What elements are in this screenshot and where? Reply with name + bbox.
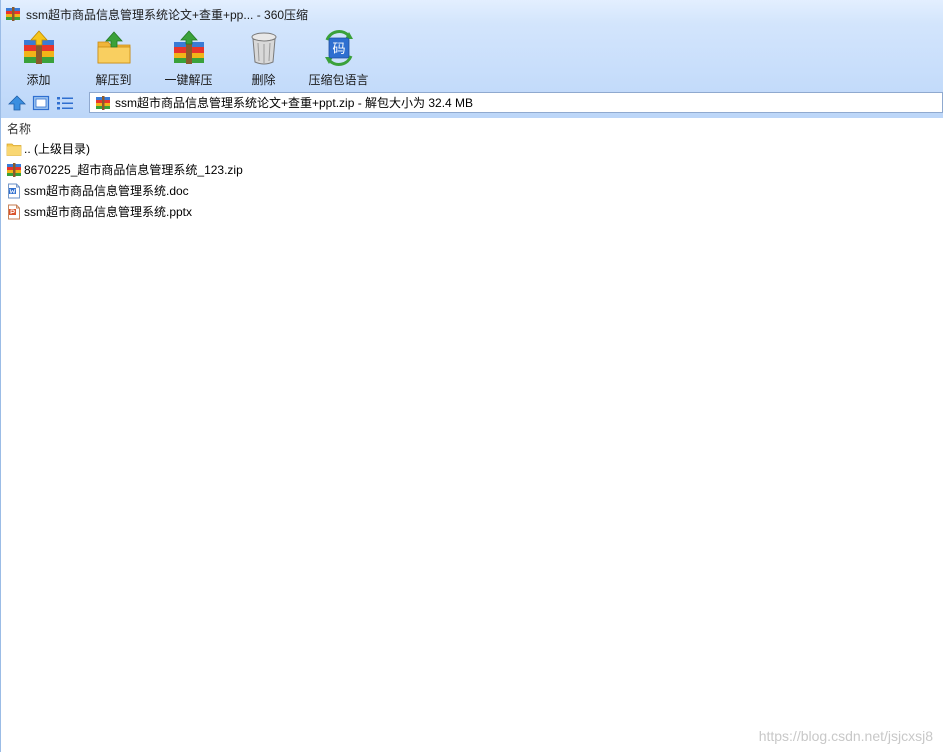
word-document-icon [8, 183, 20, 198]
list-item-name: 8670225_超市商品信息管理系统_123.zip [24, 163, 243, 177]
window-chrome: ssm超市商品信息管理系统论文+查重+pp... - 360压缩 添加 解压到 … [1, 0, 943, 118]
archive-language-icon: 码 [324, 30, 353, 66]
address-path: ssm超市商品信息管理系统论文+查重+ppt.zip - 解包大小为 32.4 … [115, 96, 474, 110]
large-icon-view-button[interactable] [31, 94, 51, 112]
app-window: ssm超市商品信息管理系统论文+查重+pp... - 360压缩 添加 解压到 … [0, 0, 943, 752]
arrow-up-icon [8, 95, 26, 111]
list-item[interactable]: 8670225_超市商品信息管理系统_123.zip [1, 159, 943, 180]
powerpoint-document-icon [8, 204, 20, 219]
list-view-button[interactable] [55, 94, 75, 112]
one-click-extract-button-label: 一键解压 [164, 73, 213, 87]
toolbar: 添加 解压到 一键解压 删除 码 压缩包语言 [1, 28, 376, 88]
archive-language-button-label: 压缩包语言 [308, 73, 369, 87]
up-level-button[interactable] [7, 94, 27, 112]
navigation-bar: ssm超市商品信息管理系统论文+查重+ppt.zip - 解包大小为 32.4 … [1, 91, 943, 115]
file-rows: .. (上级目录) 8670225_超市商品信息管理系统_123.zip ssm… [1, 138, 943, 222]
list-item-name: ssm超市商品信息管理系统.pptx [24, 205, 193, 219]
zip-archive-icon [96, 95, 110, 110]
window-title: ssm超市商品信息管理系统论文+查重+pp... - 360压缩 [26, 7, 309, 22]
language-glyph: 码 [332, 42, 345, 57]
delete-button[interactable]: 删除 [226, 28, 301, 88]
extract-to-button-label: 解压到 [95, 73, 132, 87]
list-item[interactable]: ssm超市商品信息管理系统.pptx [1, 201, 943, 222]
trash-can-icon [251, 32, 276, 65]
one-click-extract-button[interactable]: 一键解压 [151, 28, 226, 88]
title-bar: ssm超市商品信息管理系统论文+查重+pp... - 360压缩 [1, 0, 943, 28]
archive-language-button[interactable]: 码 压缩包语言 [301, 28, 376, 88]
watermark-text: https://blog.csdn.net/jsjcxsj8 [758, 728, 933, 744]
zip-archive-icon [7, 162, 21, 177]
list-item-name: .. (上级目录) [24, 142, 90, 156]
add-archive-icon [23, 30, 54, 64]
list-item[interactable]: .. (上级目录) [1, 138, 943, 159]
thumbnail-view-icon [32, 95, 50, 111]
one-click-extract-icon [173, 30, 204, 64]
address-bar[interactable]: ssm超市商品信息管理系统论文+查重+ppt.zip - 解包大小为 32.4 … [89, 92, 943, 113]
extract-to-folder-icon [97, 31, 130, 64]
file-list: 名称 .. (上级目录) 8670225_超市商品信息管理系统_123.zip [1, 118, 943, 752]
column-header-label: 名称 [7, 121, 32, 136]
add-button[interactable]: 添加 [1, 28, 76, 88]
add-button-label: 添加 [26, 73, 51, 87]
delete-button-label: 删除 [251, 73, 276, 87]
list-item[interactable]: ssm超市商品信息管理系统.doc [1, 180, 943, 201]
list-view-icon [57, 97, 73, 110]
column-header-name[interactable]: 名称 [1, 118, 943, 138]
zip-archive-icon [6, 7, 20, 21]
list-item-name: ssm超市商品信息管理系统.doc [24, 184, 189, 198]
folder-icon [6, 143, 22, 156]
extract-to-button[interactable]: 解压到 [76, 28, 151, 88]
